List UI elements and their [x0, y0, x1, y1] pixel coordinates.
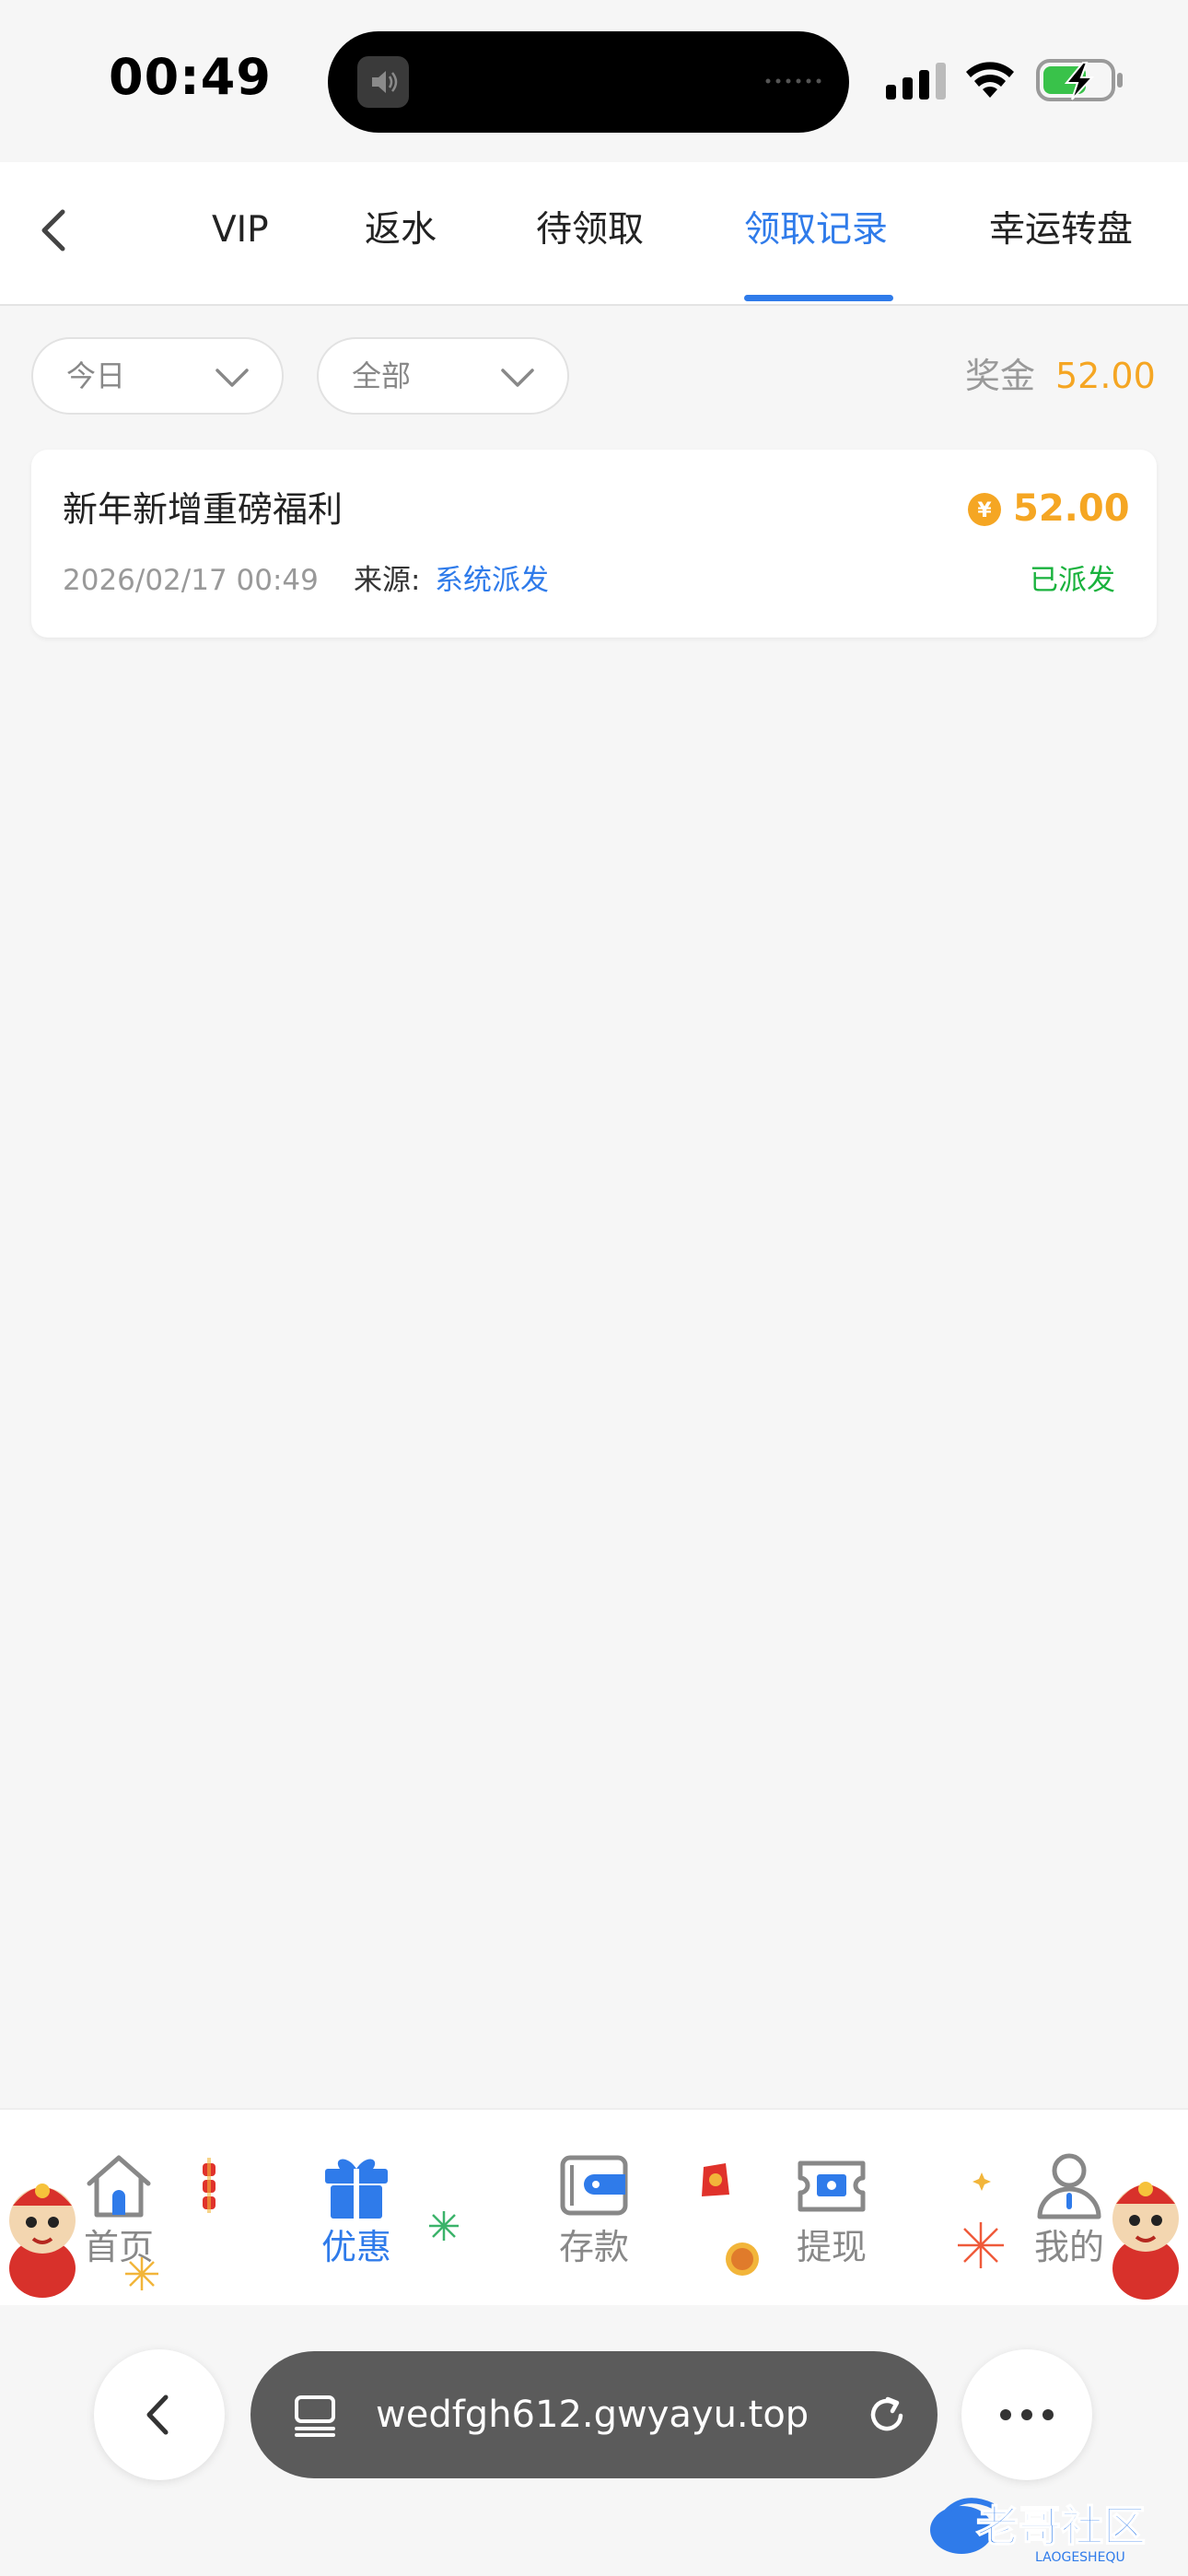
chevron-left-icon — [146, 2395, 169, 2435]
date-filter-value: 今日 — [66, 358, 126, 393]
small-sparkle-icon — [973, 2172, 991, 2191]
type-filter-value: 全部 — [352, 358, 412, 393]
bonus-total-value: 52.00 — [1055, 356, 1156, 396]
tab-vip[interactable]: VIP — [212, 203, 269, 258]
coin-icon: ¥ — [968, 493, 1001, 526]
nav-label-home: 首页 — [83, 2227, 154, 2267]
nav-label-profile: 我的 — [1033, 2227, 1104, 2267]
wallet-icon — [560, 2155, 628, 2216]
nav-item-withdraw[interactable]: 提现 — [763, 2150, 901, 2289]
island-dots-icon — [765, 78, 821, 84]
nav-label-withdraw: 提现 — [796, 2227, 867, 2267]
url-text: wedfgh612.gwyayu.top — [376, 2394, 809, 2436]
tab-claim-records[interactable]: 领取记录 — [744, 203, 888, 258]
url-bar[interactable]: wedfgh612.gwyayu.top — [250, 2351, 938, 2478]
record-status: 已派发 — [1030, 564, 1115, 597]
cellular-signal-icon — [886, 63, 946, 100]
battery-charging-icon — [1036, 59, 1123, 101]
bottom-nav: 首页 优惠 存款 提现 我的 — [0, 2108, 1188, 2307]
wifi-icon — [966, 62, 1014, 98]
status-time: 00:49 — [109, 48, 272, 106]
burst-firework-icon — [958, 2222, 1004, 2268]
home-icon — [87, 2155, 151, 2218]
record-source-label: 来源: — [354, 564, 421, 597]
watermark-logo: 老哥社区 LAOGESHEQU — [925, 2473, 1182, 2565]
reload-icon[interactable] — [864, 2392, 910, 2438]
date-filter-select[interactable]: 今日 — [31, 337, 284, 415]
drum-icon — [726, 2242, 759, 2276]
tab-lucky-wheel[interactable]: 幸运转盘 — [989, 203, 1133, 258]
speaker-icon — [357, 56, 409, 108]
record-card: 新年新增重磅福利 ¥ 52.00 2026/02/17 00:49 来源: 系统… — [31, 450, 1157, 638]
tab-header: VIP 返水 待领取 领取记录 幸运转盘 — [0, 162, 1188, 306]
tab-rebate[interactable]: 返水 — [365, 203, 437, 258]
record-title: 新年新增重磅福利 — [63, 489, 344, 530]
chevron-down-icon — [501, 369, 534, 387]
svg-text:LAOGESHEQU: LAOGESHEQU — [1035, 2550, 1125, 2565]
more-dots-icon — [1000, 2409, 1054, 2420]
svg-text:¥: ¥ — [977, 499, 992, 522]
nav-item-profile[interactable]: 我的 — [1000, 2150, 1138, 2289]
tabs-icon — [295, 2395, 335, 2437]
dynamic-island — [328, 31, 849, 133]
record-time: 2026/02/17 00:49 — [63, 564, 319, 597]
firecracker-icon — [203, 2158, 215, 2213]
back-chevron-icon[interactable] — [28, 203, 83, 258]
record-source-value: 系统派发 — [435, 564, 549, 597]
record-amount: 52.00 — [1013, 487, 1130, 530]
nav-item-offers[interactable]: 优惠 — [287, 2150, 425, 2289]
type-filter-select[interactable]: 全部 — [317, 337, 569, 415]
nav-label-deposit: 存款 — [558, 2227, 629, 2267]
nav-item-deposit[interactable]: 存款 — [525, 2150, 663, 2289]
bonus-total-label: 奖金 — [965, 356, 1036, 396]
nav-label-offers: 优惠 — [320, 2227, 391, 2267]
gift-icon — [325, 2159, 388, 2219]
status-bar: 00:49 — [0, 0, 1188, 162]
active-tab-indicator — [744, 295, 893, 301]
user-icon — [1037, 2153, 1101, 2219]
tab-pending[interactable]: 待领取 — [536, 203, 644, 258]
chevron-down-icon — [215, 369, 249, 387]
lucky-bag-icon — [702, 2163, 729, 2196]
firework-icon — [429, 2211, 459, 2241]
withdraw-icon — [798, 2160, 866, 2212]
svg-text:老哥社区: 老哥社区 — [976, 2501, 1146, 2551]
browser-more-button[interactable] — [961, 2349, 1092, 2480]
nav-item-home[interactable]: 首页 — [50, 2150, 188, 2289]
browser-back-button[interactable] — [94, 2349, 225, 2480]
